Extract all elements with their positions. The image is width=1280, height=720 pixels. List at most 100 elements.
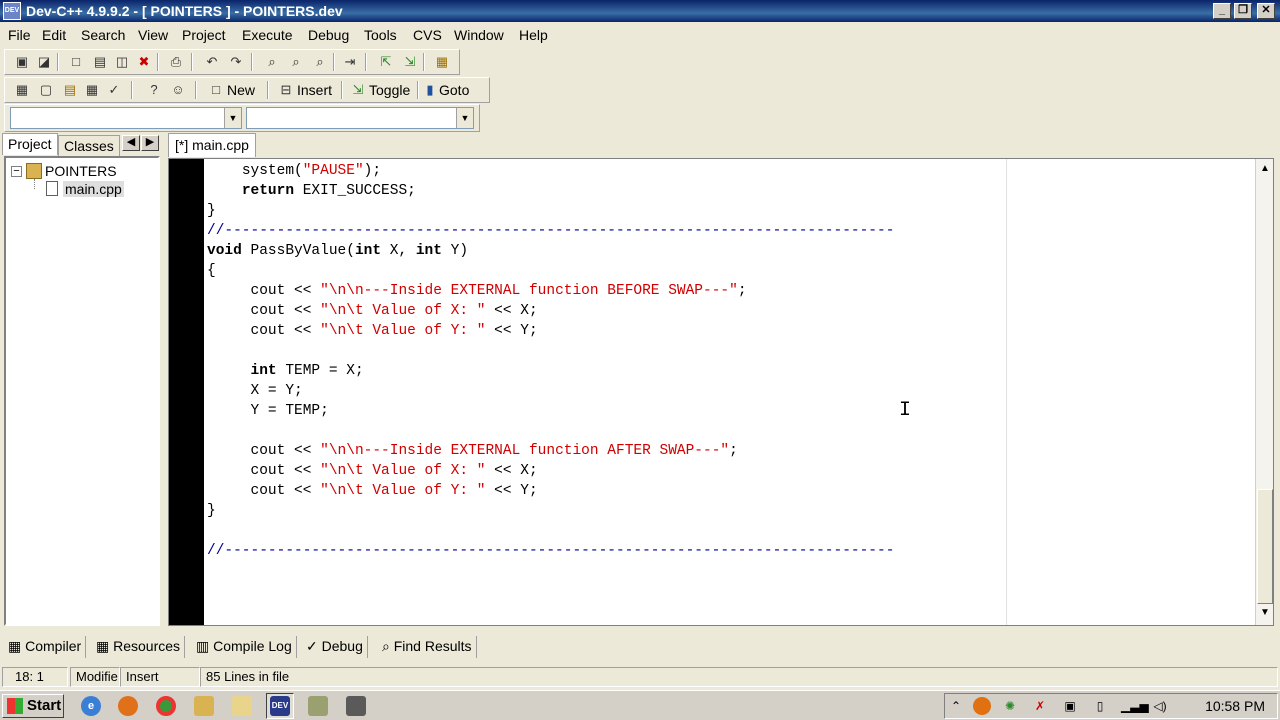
- compile-icon[interactable]: ⇱: [377, 53, 395, 71]
- tab-project[interactable]: Project: [2, 133, 58, 155]
- tab-compile-log[interactable]: ▥ Compile Log: [192, 636, 297, 658]
- code-line[interactable]: cout << "\n\n---Inside EXTERNAL function…: [207, 281, 894, 301]
- member-combo[interactable]: ▼: [246, 107, 474, 129]
- menu-view[interactable]: View: [138, 27, 168, 43]
- find-next-icon[interactable]: ⌕: [287, 53, 305, 71]
- code-line[interactable]: //--------------------------------------…: [207, 541, 894, 561]
- code-line[interactable]: {: [207, 261, 894, 281]
- code-line[interactable]: cout << "\n\t Value of Y: " << Y;: [207, 481, 894, 501]
- menu-window[interactable]: Window: [454, 27, 504, 43]
- tab-scroll-left-icon[interactable]: ◀: [122, 135, 140, 151]
- firefox-icon[interactable]: [118, 696, 138, 716]
- tray-signal-icon[interactable]: ▁▃▅: [1121, 697, 1149, 715]
- scrollbar-thumb[interactable]: [1257, 489, 1273, 604]
- help-icon[interactable]: ?: [145, 81, 163, 99]
- chevron-down-icon[interactable]: ▼: [456, 108, 473, 128]
- rebuild-icon[interactable]: ▦: [433, 53, 451, 71]
- code-line[interactable]: cout << "\n\t Value of Y: " << Y;: [207, 321, 894, 341]
- code-line[interactable]: }: [207, 201, 894, 221]
- code-line[interactable]: [207, 421, 894, 441]
- menu-search[interactable]: Search: [81, 27, 125, 43]
- toggle-button[interactable]: Toggle: [369, 82, 410, 98]
- taskbar-tool-icon[interactable]: [346, 696, 366, 716]
- menu-edit[interactable]: Edit: [42, 27, 66, 43]
- check-icon[interactable]: ✓: [105, 81, 123, 99]
- code-line[interactable]: cout << "\n\t Value of X: " << X;: [207, 461, 894, 481]
- insert-button[interactable]: Insert: [297, 82, 332, 98]
- tab-resources[interactable]: ▦ Resources: [92, 636, 186, 658]
- project-node[interactable]: POINTERS: [45, 163, 117, 179]
- tray-device-icon[interactable]: ▯: [1091, 697, 1109, 715]
- devcpp-taskbar-button[interactable]: DEV: [266, 693, 294, 719]
- code-text[interactable]: system("PAUSE"); return EXIT_SUCCESS;} //…: [207, 161, 894, 561]
- menu-cvs[interactable]: CVS: [413, 27, 442, 43]
- folder-icon[interactable]: [232, 696, 252, 716]
- code-line[interactable]: void PassByValue(int X, int Y): [207, 241, 894, 261]
- code-line[interactable]: Y = TEMP;: [207, 401, 894, 421]
- save-all-icon[interactable]: ◫: [113, 53, 131, 71]
- code-line[interactable]: [207, 341, 894, 361]
- tab-scroll-right-icon[interactable]: ▶: [141, 135, 159, 151]
- goto-button[interactable]: Goto: [439, 82, 469, 98]
- code-line[interactable]: int TEMP = X;: [207, 361, 894, 381]
- quicklaunch-app-icon[interactable]: [194, 696, 214, 716]
- code-line[interactable]: [207, 521, 894, 541]
- chrome-icon[interactable]: [156, 696, 176, 716]
- chevron-down-icon[interactable]: ▼: [224, 108, 241, 128]
- project-options-icon[interactable]: ▤: [61, 81, 79, 99]
- print-icon[interactable]: ⎙: [167, 53, 185, 71]
- view-window-icon[interactable]: ▢: [37, 81, 55, 99]
- start-button[interactable]: Start: [2, 694, 64, 718]
- open-project-icon[interactable]: ▣: [13, 53, 31, 71]
- about-icon[interactable]: ☺: [169, 81, 187, 99]
- run-icon[interactable]: ⇲: [401, 53, 419, 71]
- clock[interactable]: 10:58 PM: [1205, 698, 1265, 714]
- menu-file[interactable]: File: [8, 27, 31, 43]
- tray-network-icon[interactable]: ✺: [1001, 697, 1019, 715]
- tray-expand-icon[interactable]: ⌃: [947, 697, 965, 715]
- tab-debug[interactable]: ✓ Debug: [302, 636, 368, 658]
- scroll-up-icon[interactable]: ▲: [1257, 161, 1273, 177]
- devcpp-app-icon[interactable]: DEV: [3, 2, 21, 20]
- new-file-icon[interactable]: □: [67, 53, 85, 71]
- class-combo[interactable]: ▼: [10, 107, 242, 129]
- close-project-icon[interactable]: ◪: [35, 53, 53, 71]
- code-line[interactable]: cout << "\n\n---Inside EXTERNAL function…: [207, 441, 894, 461]
- tray-app-icon[interactable]: [973, 697, 991, 715]
- code-line[interactable]: //--------------------------------------…: [207, 221, 894, 241]
- taskbar-app-icon[interactable]: [308, 696, 328, 716]
- goto-line-icon[interactable]: ⇥: [341, 53, 359, 71]
- file-node-main-cpp[interactable]: main.cpp: [63, 181, 124, 197]
- ie-icon[interactable]: e: [81, 696, 101, 716]
- maximize-button[interactable]: ❐: [1234, 3, 1252, 19]
- tray-volume-icon[interactable]: ◁): [1151, 697, 1169, 715]
- tab-compiler[interactable]: ▦ Compiler: [4, 636, 87, 658]
- save-icon[interactable]: ▤: [91, 53, 109, 71]
- code-line[interactable]: cout << "\n\t Value of X: " << X;: [207, 301, 894, 321]
- code-line[interactable]: system("PAUSE");: [207, 161, 894, 181]
- collapse-toggle[interactable]: −: [11, 166, 22, 177]
- minimize-button[interactable]: _: [1213, 3, 1231, 19]
- menu-execute[interactable]: Execute: [242, 27, 293, 43]
- redo-icon[interactable]: ↷: [227, 53, 245, 71]
- tab-find-results[interactable]: ⌕ Find Results: [378, 636, 477, 658]
- tray-security-icon[interactable]: ✗: [1031, 697, 1049, 715]
- scroll-down-icon[interactable]: ▼: [1257, 605, 1273, 621]
- menu-help[interactable]: Help: [519, 27, 548, 43]
- menu-debug[interactable]: Debug: [308, 27, 349, 43]
- find-icon[interactable]: ⌕: [263, 53, 281, 71]
- tab-classes[interactable]: Classes: [58, 135, 120, 157]
- tab-main-cpp[interactable]: [*] main.cpp: [168, 133, 256, 157]
- undo-icon[interactable]: ↶: [203, 53, 221, 71]
- vertical-scrollbar[interactable]: ▲ ▼: [1255, 159, 1273, 625]
- close-button[interactable]: ✕: [1257, 3, 1275, 19]
- menu-project[interactable]: Project: [182, 27, 226, 43]
- code-line[interactable]: }: [207, 501, 894, 521]
- add-file-icon[interactable]: ▦: [83, 81, 101, 99]
- close-file-icon[interactable]: ✖: [135, 53, 153, 71]
- code-line[interactable]: return EXIT_SUCCESS;: [207, 181, 894, 201]
- new-project-icon[interactable]: ▦: [13, 81, 31, 99]
- tray-monitor-icon[interactable]: ▣: [1061, 697, 1079, 715]
- code-line[interactable]: X = Y;: [207, 381, 894, 401]
- new-bookmark-button[interactable]: New: [227, 82, 255, 98]
